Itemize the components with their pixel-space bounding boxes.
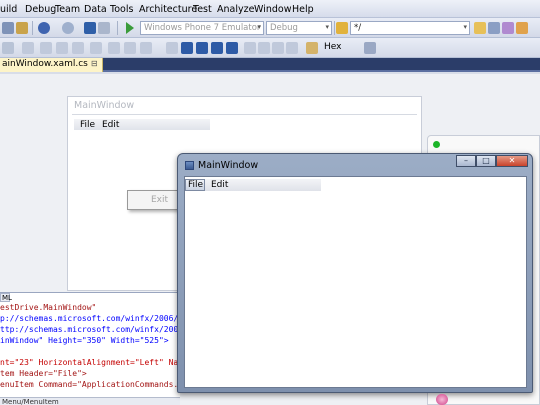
bookmark-icon[interactable] [90, 42, 102, 54]
outdent-icon[interactable] [72, 42, 84, 54]
navigate-icon[interactable] [98, 22, 110, 34]
xaml-line-2: p://schemas.microsoft.com/winfx/2006/x [0, 314, 180, 323]
menu-data[interactable]: Data [84, 4, 107, 15]
step-out-icon[interactable] [286, 42, 298, 54]
start-debug-icon[interactable] [126, 22, 134, 34]
properties-icon[interactable] [502, 22, 514, 34]
find-in-files-icon[interactable] [474, 22, 486, 34]
designer-menu-file[interactable]: File [80, 120, 95, 130]
toolbox-icon[interactable] [516, 22, 528, 34]
designer-window-title: MainWindow [74, 100, 135, 111]
menu-analyze[interactable]: Analyze [217, 4, 254, 15]
align-icon[interactable] [2, 42, 14, 54]
debug-toolbar: Hex [0, 38, 540, 58]
next-bookmark-icon[interactable] [124, 42, 136, 54]
xaml-line-7: tem Header="File"> [0, 369, 87, 378]
configuration-combo[interactable]: Debug ▾ [266, 21, 332, 35]
continue-icon[interactable] [166, 42, 178, 54]
tab-mainwindow-xaml-cs[interactable]: ainWindow.xaml.cs ⊟ [0, 58, 103, 72]
standard-toolbar: Windows Phone 7 Emulator ▾ Debug ▾ */▾ [0, 18, 540, 38]
show-next-statement-icon[interactable] [244, 42, 256, 54]
step-into-icon[interactable] [258, 42, 270, 54]
solution-explorer-icon[interactable] [488, 22, 500, 34]
pause-icon[interactable] [196, 42, 208, 54]
exit-menu-item[interactable]: Exit [151, 195, 168, 205]
platform-combo[interactable]: Windows Phone 7 Emulator ▾ [140, 21, 264, 35]
redo-icon[interactable] [62, 22, 74, 34]
window-menu-bar: File Edit [185, 179, 321, 191]
uncomment-icon[interactable] [40, 42, 52, 54]
running-main-window[interactable]: MainWindow – □ ✕ File Edit [177, 153, 533, 393]
xaml-line-1: estDrive.MainWindow" [0, 303, 97, 312]
document-tab-strip: ainWindow.xaml.cs ⊟ [0, 58, 540, 72]
clear-bookmarks-icon[interactable] [140, 42, 152, 54]
menu-build[interactable]: uild [0, 4, 17, 15]
comment-icon[interactable] [22, 42, 34, 54]
save-icon[interactable] [84, 22, 96, 34]
open-icon[interactable] [16, 22, 28, 34]
find-icon[interactable] [336, 22, 348, 34]
status-dot-icon [433, 141, 440, 148]
restart-icon[interactable] [226, 42, 238, 54]
maximize-button[interactable]: □ [476, 155, 496, 167]
menu-debug[interactable]: Debug [25, 4, 56, 15]
window-client-area: File Edit [184, 176, 527, 388]
xaml-breadcrumb: Menu/MenuItem [0, 397, 180, 405]
xaml-line-8: enuItem Command="ApplicationCommands.C [0, 380, 180, 389]
pin-icon[interactable]: ⊟ [91, 59, 98, 68]
window-controls: – □ ✕ [456, 155, 528, 167]
window-menu-file[interactable]: File [185, 179, 205, 191]
xaml-tab[interactable]: ML [0, 293, 12, 302]
menu-help[interactable]: Help [292, 4, 314, 15]
minimize-button[interactable]: – [456, 155, 476, 167]
menu-window[interactable]: Window [254, 4, 291, 15]
taskbar-app-icon[interactable] [436, 394, 448, 405]
xaml-line-4: inWindow" Height="350" Width="525"> [0, 336, 169, 345]
menu-tools[interactable]: Tools [110, 4, 133, 15]
indent-icon[interactable] [56, 42, 68, 54]
undo-icon[interactable] [38, 22, 50, 34]
designer-menu: File Edit [74, 119, 210, 130]
window-menu-edit[interactable]: Edit [211, 180, 228, 190]
step-over-icon[interactable] [272, 42, 284, 54]
hex-toggle[interactable]: Hex [324, 42, 341, 52]
close-button[interactable]: ✕ [496, 155, 528, 167]
menu-bar: uild Debug Team Data Tools Architecture … [0, 0, 540, 18]
play-icon[interactable] [181, 42, 193, 54]
menu-test[interactable]: Test [193, 4, 212, 15]
window-title: MainWindow [198, 160, 259, 171]
xaml-editor[interactable]: ML estDrive.MainWindow" p://schemas.micr… [0, 292, 180, 405]
menu-team[interactable]: Team [55, 4, 80, 15]
breakpoint-icon[interactable] [306, 42, 318, 54]
menu-architecture[interactable]: Architecture [139, 4, 197, 15]
xaml-line-6: nt="23" HorizontalAlignment="Left" Name [0, 358, 180, 367]
window-icon[interactable] [364, 42, 376, 54]
stop-icon[interactable] [211, 42, 223, 54]
designer-menu-edit[interactable]: Edit [102, 120, 119, 130]
new-project-icon[interactable] [2, 22, 14, 34]
app-window-icon [185, 161, 194, 170]
prev-bookmark-icon[interactable] [108, 42, 120, 54]
find-combo[interactable]: */▾ [350, 21, 470, 35]
xaml-line-3: ttp://schemas.microsoft.com/winfx/2006/ [0, 325, 180, 334]
